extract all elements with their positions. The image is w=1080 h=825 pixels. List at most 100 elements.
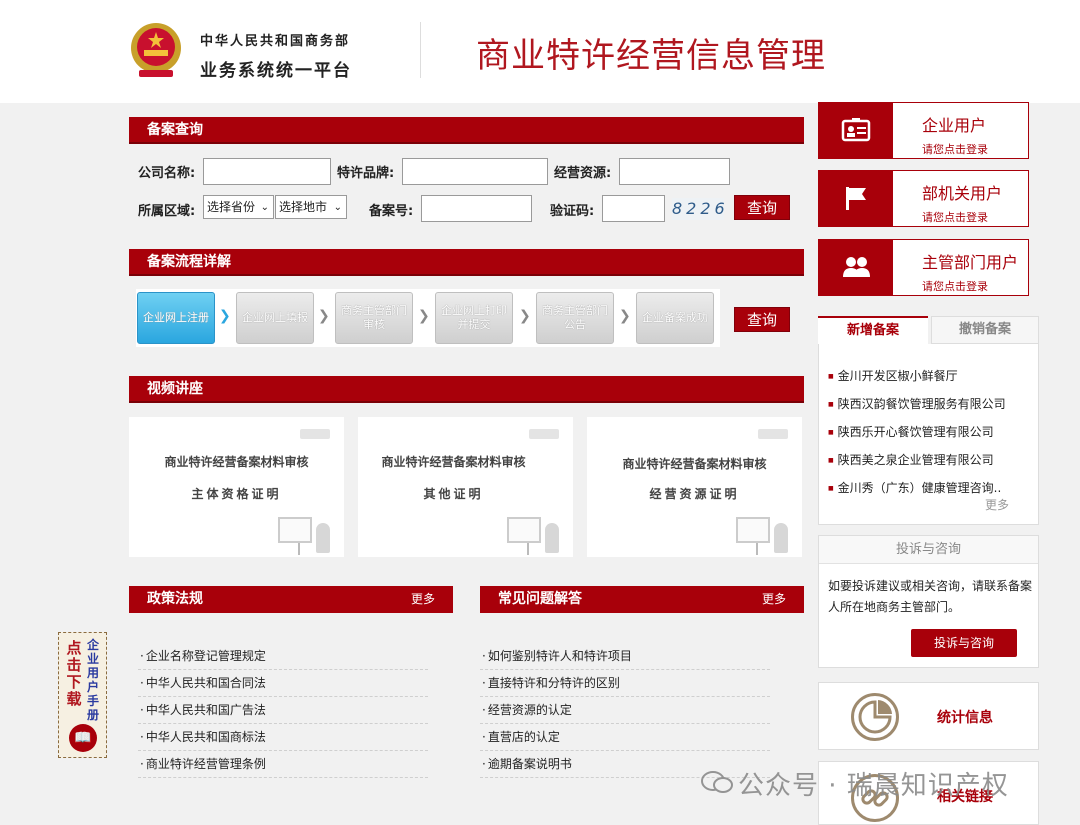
user-type-label: 部机关用户 bbox=[922, 184, 1003, 203]
tab-new-record[interactable]: 新增备案 bbox=[818, 316, 928, 344]
board-leg bbox=[527, 543, 529, 555]
resource-input[interactable] bbox=[619, 158, 730, 185]
board-leg bbox=[298, 543, 300, 555]
complaint-title: 投诉与咨询 bbox=[819, 536, 1038, 564]
presentation-board-icon bbox=[278, 517, 312, 543]
authority-user-login[interactable]: 主管部门用户 请您点击登录 bbox=[818, 239, 1029, 296]
wechat-icon bbox=[700, 770, 738, 801]
presenter-icon bbox=[545, 523, 559, 553]
video-card-subtitle: 主体资格证明 bbox=[191, 487, 282, 501]
recent-records-list: 金川开发区椒小鲜餐厅 陕西汉韵餐饮管理服务有限公司 陕西乐开心餐饮管理有限公司 … bbox=[828, 362, 1033, 502]
step-arrow-icon: ❯ bbox=[219, 308, 231, 324]
pie-chart-icon bbox=[851, 693, 899, 741]
national-emblem-icon bbox=[131, 23, 181, 77]
statistics-label: 统计信息 bbox=[937, 710, 993, 726]
video-section-header: 视频讲座 bbox=[129, 376, 804, 403]
list-item[interactable]: 直营店的认定 bbox=[480, 724, 770, 751]
enterprise-user-login[interactable]: 企业用户 请您点击登录 bbox=[818, 102, 1029, 159]
list-item[interactable]: 陕西美之泉企业管理有限公司 bbox=[828, 446, 1033, 474]
search-button[interactable]: 查询 bbox=[734, 195, 790, 220]
org-name-line2: 业务系统统一平台 bbox=[200, 61, 352, 81]
list-item[interactable]: 陕西乐开心餐饮管理有限公司 bbox=[828, 418, 1033, 446]
list-item[interactable]: 直接特许和分特许的区别 bbox=[480, 670, 770, 697]
list-item[interactable]: 中华人民共和国合同法 bbox=[138, 670, 428, 697]
video-card-title: 商业特许经营备案材料审核 bbox=[164, 455, 309, 469]
login-hint: 请您点击登录 bbox=[922, 280, 988, 293]
video-card-title: 商业特许经营备案材料审核 bbox=[622, 457, 767, 471]
complaint-button[interactable]: 投诉与咨询 bbox=[911, 629, 1017, 657]
province-select[interactable]: 选择省份 ⌄ bbox=[203, 195, 274, 219]
step-print-submit[interactable]: 企业网上打印并提交 bbox=[435, 292, 513, 344]
list-item[interactable]: 如何鉴别特许人和特许项目 bbox=[480, 643, 770, 670]
list-item[interactable]: 商业特许经营管理条例 bbox=[138, 751, 428, 778]
presentation-board-icon bbox=[507, 517, 541, 543]
list-item[interactable]: 金川开发区椒小鲜餐厅 bbox=[828, 362, 1033, 390]
chevron-down-icon: ⌄ bbox=[333, 202, 342, 213]
user-card-icon-box bbox=[819, 103, 893, 158]
list-item[interactable]: 中华人民共和国广告法 bbox=[138, 697, 428, 724]
policy-more-link[interactable]: 更多 bbox=[411, 586, 435, 613]
step-announce[interactable]: 商务主管部门公告 bbox=[536, 292, 614, 344]
user-card-icon-box bbox=[819, 240, 893, 295]
flag-icon bbox=[841, 184, 871, 212]
list-item[interactable]: 经营资源的认定 bbox=[480, 697, 770, 724]
brand-label: 特许品牌: bbox=[337, 166, 395, 181]
video-card-subtitle: 经营资源证明 bbox=[649, 487, 740, 501]
watermark-label: 公众号 · 瑞晨知识产权 bbox=[738, 771, 1009, 801]
list-item[interactable]: 企业名称登记管理规定 bbox=[138, 643, 428, 670]
complaint-panel: 投诉与咨询 如要投诉建议或相关咨询，请联系备案人所在地商务主管部门。 投诉与咨询 bbox=[818, 535, 1039, 668]
city-select[interactable]: 选择地市 ⌄ bbox=[275, 195, 347, 219]
process-section-header: 备案流程详解 bbox=[129, 249, 804, 276]
board-leg bbox=[756, 543, 758, 555]
download-manual-button[interactable]: 点击下载 企业用户手册 📖 bbox=[58, 632, 107, 758]
manual-label: 企业用户手册 bbox=[86, 638, 99, 722]
download-label: 点击下载 bbox=[66, 639, 82, 708]
book-icon: 📖 bbox=[69, 724, 97, 752]
video-card-title: 商业特许经营备案材料审核 bbox=[381, 455, 526, 469]
resource-label: 经营资源: bbox=[554, 166, 612, 181]
presenter-icon bbox=[316, 523, 330, 553]
step-fill[interactable]: 企业网上填报 bbox=[236, 292, 314, 344]
process-query-button[interactable]: 查询 bbox=[734, 307, 790, 332]
step-review[interactable]: 商务主管部门审核 bbox=[335, 292, 413, 344]
page-title: 商业特许经营信息管理 bbox=[476, 36, 826, 76]
video-card-subject[interactable]: 商业特许经营备案材料审核 主体资格证明 bbox=[129, 417, 344, 557]
query-section-header: 备案查询 bbox=[129, 117, 804, 144]
tab-cancel-record[interactable]: 撤销备案 bbox=[931, 316, 1039, 344]
faq-more-link[interactable]: 更多 bbox=[762, 586, 786, 613]
captcha-image[interactable]: 8226 bbox=[672, 198, 725, 220]
ministry-user-login[interactable]: 部机关用户 请您点击登录 bbox=[818, 170, 1029, 227]
video-card-other[interactable]: 商业特许经营备案材料审核 其他证明 bbox=[358, 417, 573, 557]
step-arrow-icon: ❯ bbox=[619, 308, 631, 324]
video-card-resource[interactable]: 商业特许经营备案材料审核 经营资源证明 bbox=[587, 417, 802, 557]
policy-list: 企业名称登记管理规定 中华人民共和国合同法 中华人民共和国广告法 中华人民共和国… bbox=[138, 643, 428, 778]
company-label: 公司名称: bbox=[138, 166, 196, 181]
list-item[interactable]: 陕西汉韵餐饮管理服务有限公司 bbox=[828, 390, 1033, 418]
video-logo-icon bbox=[300, 429, 330, 439]
recent-more-link[interactable]: 更多 bbox=[985, 496, 1009, 513]
login-hint: 请您点击登录 bbox=[922, 143, 988, 156]
presentation-board-icon bbox=[736, 517, 770, 543]
policy-title: 政策法规 bbox=[147, 591, 203, 607]
list-item[interactable]: 中华人民共和国商标法 bbox=[138, 724, 428, 751]
header-divider bbox=[420, 22, 421, 78]
user-card-icon-box bbox=[819, 171, 893, 226]
statistics-link[interactable]: 统计信息 bbox=[818, 682, 1039, 750]
org-name-line1: 中华人民共和国商务部 bbox=[200, 34, 351, 49]
site-header: 中华人民共和国商务部 业务系统统一平台 商业特许经营信息管理 bbox=[0, 0, 1080, 103]
video-logo-icon bbox=[529, 429, 559, 439]
record-no-input[interactable] bbox=[421, 195, 532, 222]
presenter-icon bbox=[774, 523, 788, 553]
login-hint: 请您点击登录 bbox=[922, 211, 988, 224]
watermark-text: 公众号 · 瑞晨知识产权 bbox=[700, 765, 1009, 802]
user-type-label: 主管部门用户 bbox=[922, 253, 1019, 272]
province-select-value: 选择省份 bbox=[207, 200, 256, 214]
step-register[interactable]: 企业网上注册 bbox=[137, 292, 215, 344]
region-label: 所属区域: bbox=[138, 204, 196, 219]
record-no-label: 备案号: bbox=[369, 204, 414, 219]
brand-input[interactable] bbox=[402, 158, 548, 185]
company-input[interactable] bbox=[203, 158, 331, 185]
step-success[interactable]: 企业备案成功 bbox=[636, 292, 714, 344]
chevron-down-icon: ⌄ bbox=[260, 202, 269, 213]
captcha-input[interactable] bbox=[602, 195, 665, 222]
